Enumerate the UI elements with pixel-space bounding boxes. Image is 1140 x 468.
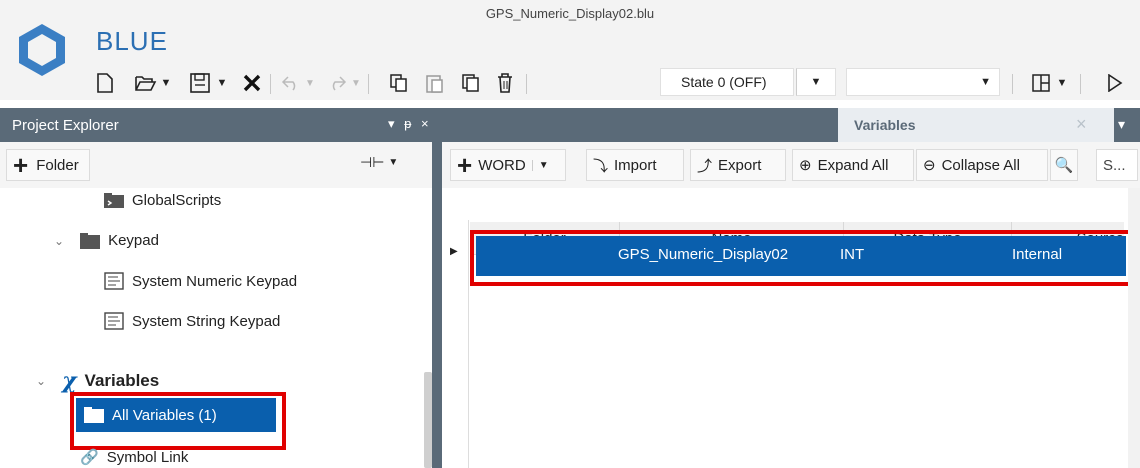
project-explorer-header: Project Explorer ▾ ᵽ × [0, 108, 432, 142]
tree-item-globalscripts[interactable]: GlobalScripts [104, 192, 221, 209]
collapse-all-button[interactable]: ⊖ Collapse All [916, 149, 1048, 181]
plus-icon: + [457, 150, 473, 180]
pin-dropdown-chevron-icon: ▼ [388, 157, 399, 168]
chevron-down-icon: ⌄ [36, 374, 47, 388]
chevron-down-icon: ⌄ [54, 233, 65, 248]
pin-icon: ⊣⊢ [360, 154, 385, 170]
layout-icon[interactable] [1030, 70, 1052, 96]
scripts-folder-icon [104, 192, 124, 208]
layout-dropdown-chevron-icon[interactable]: ▼ [1056, 70, 1068, 96]
variables-x-icon: χ [62, 368, 77, 394]
export-label: Export [718, 156, 762, 174]
panel-splitter[interactable] [432, 108, 442, 468]
undo-icon [280, 70, 302, 96]
project-explorer-title: Project Explorer [12, 117, 119, 134]
find-document-icon: 🔍 [1054, 157, 1074, 174]
tab-variables[interactable]: Variables × [838, 108, 1114, 142]
export-icon: ⤴ [697, 157, 713, 175]
new-file-icon[interactable] [94, 70, 116, 96]
tree-scrollbar[interactable] [424, 372, 432, 468]
state-select[interactable]: State 0 (OFF) [660, 68, 794, 96]
second-select[interactable]: ▼ [846, 68, 1000, 96]
project-explorer-toolbar: + Folder ⊣⊢ ▼ [0, 142, 432, 189]
grid-scrollbar[interactable] [1128, 188, 1140, 468]
window-title: GPS_Numeric_Display02.blu [485, 6, 655, 21]
row-header-column [442, 220, 469, 468]
import-button[interactable]: ⤵ Import [586, 149, 684, 181]
collapse-icon: ⊖ [923, 157, 936, 174]
redo-icon [326, 70, 348, 96]
search-input[interactable]: S... [1096, 149, 1138, 181]
red-highlight-box [470, 230, 1132, 286]
plus-icon: + [13, 150, 29, 180]
screen-icon [104, 312, 124, 330]
tree-item-label: System String Keypad [132, 312, 281, 330]
tree-item-system-string-keypad[interactable]: System String Keypad [104, 312, 280, 330]
tree-item-label: System Numeric Keypad [132, 272, 298, 290]
tab-label: Variables [854, 117, 916, 133]
tree-item-label: Variables [84, 371, 160, 390]
toolbar-separator [368, 74, 369, 94]
find-button[interactable]: 🔍 [1050, 149, 1078, 181]
variable-type-label: WORD [478, 156, 526, 174]
tree-item-label: Symbol Link [106, 448, 189, 466]
tree-item-keypad[interactable]: ⌄ Keypad [54, 232, 159, 249]
tree-item-label: Keypad [108, 232, 159, 249]
tree-item-variables[interactable]: ⌄ χ Variables [36, 368, 159, 394]
paste-icon [424, 70, 446, 96]
tab-list-menu-icon[interactable]: ▾ [1118, 116, 1125, 133]
save-icon[interactable] [188, 70, 212, 96]
open-dropdown-chevron-icon[interactable]: ▼ [160, 70, 172, 96]
search-placeholder: S... [1103, 156, 1126, 174]
add-variable-button[interactable]: + WORD ▼ [450, 149, 566, 181]
import-icon: ⤵ [593, 157, 609, 175]
collapse-all-label: Collapse All [941, 156, 1020, 174]
toolbar-separator [270, 74, 271, 94]
screen-icon [104, 272, 124, 290]
link-icon: 🔗 [80, 449, 99, 466]
toolbar-separator [1080, 74, 1081, 94]
type-dropdown-chevron-icon: ▼ [531, 159, 549, 171]
panel-window-controls[interactable]: ▾ ᵽ × [388, 116, 432, 132]
second-select-chevron-icon: ▼ [980, 76, 991, 88]
add-folder-label: Folder [36, 156, 79, 174]
red-highlight-box [70, 392, 286, 450]
expand-icon: ⊕ [799, 157, 812, 174]
undo-dropdown-chevron-icon: ▼ [305, 77, 315, 89]
tree-item-symbol-link[interactable]: 🔗 Symbol Link [80, 448, 189, 467]
toolbar-separator [526, 74, 527, 94]
delete-close-icon[interactable] [240, 70, 264, 96]
duplicate-icon[interactable] [460, 70, 482, 96]
save-dropdown-chevron-icon[interactable]: ▼ [216, 70, 228, 96]
tree-item-system-numeric-keypad[interactable]: System Numeric Keypad [104, 272, 297, 290]
export-button[interactable]: ⤴ Export [690, 149, 786, 181]
copy-icon[interactable] [388, 70, 410, 96]
run-play-icon[interactable] [1104, 70, 1126, 96]
tree-item-label: GlobalScripts [132, 192, 222, 209]
row-indicator-arrow-icon: ▶ [450, 246, 458, 257]
close-icon[interactable]: × [1076, 114, 1087, 135]
toolbar-separator [1012, 74, 1013, 94]
pin-options-button[interactable]: ⊣⊢ ▼ [360, 154, 398, 171]
redo-dropdown-chevron-icon: ▼ [351, 77, 361, 89]
variables-toolbar: + WORD ▼ ⤵ Import ⤴ Export ⊕ Expand All … [442, 142, 1140, 189]
expand-all-button[interactable]: ⊕ Expand All [792, 149, 914, 181]
blue-logo-icon [14, 22, 70, 78]
app-name: BLUE [96, 26, 168, 56]
import-label: Import [614, 156, 657, 174]
state-dropdown-chevron-icon[interactable]: ▼ [796, 68, 836, 96]
folder-icon [80, 232, 101, 249]
open-file-icon[interactable] [134, 70, 158, 96]
trash-icon[interactable] [494, 70, 516, 96]
add-folder-button[interactable]: + Folder [6, 149, 90, 181]
expand-all-label: Expand All [817, 156, 889, 174]
